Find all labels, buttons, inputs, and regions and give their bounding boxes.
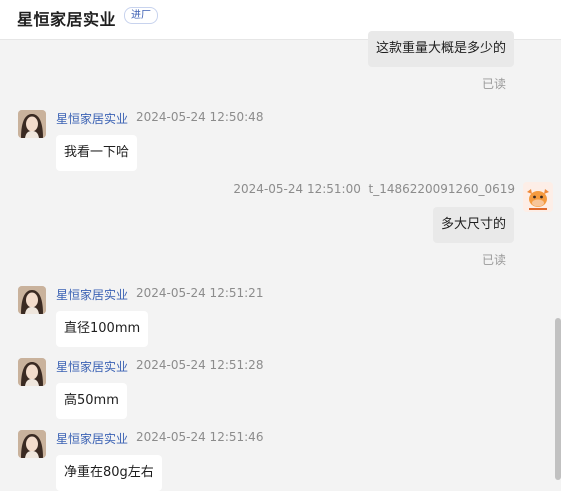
message-bubble-received[interactable]: 净重在80g左右	[56, 455, 162, 491]
shop-avatar[interactable]	[18, 286, 46, 314]
sender-name: 星恒家居实业	[56, 288, 129, 302]
cartoon-cow-icon	[523, 182, 553, 212]
sender-id: t_1486220091260_0619	[368, 182, 516, 196]
sender-name: 星恒家居实业	[56, 112, 129, 126]
shop-avatar[interactable]	[18, 110, 46, 138]
shop-badge[interactable]: 进厂	[124, 7, 158, 24]
read-status: 已读	[482, 77, 507, 91]
message-bubble-received[interactable]: 直径100mm	[56, 311, 149, 347]
message-time: 2024-05-24 12:51:00	[233, 182, 361, 196]
message-bubble-received[interactable]: 我看一下哈	[56, 135, 138, 171]
message-list[interactable]: 这款重量大概是多少的 已读 星恒家居实业 2024-05-24 12:50:48…	[0, 31, 561, 491]
message-bubble-received[interactable]: 高50mm	[56, 383, 127, 419]
message-bubble-sent[interactable]: 多大尺寸的	[432, 207, 514, 243]
user-avatar[interactable]	[523, 182, 553, 212]
message-time: 2024-05-24 12:50:48	[136, 110, 264, 124]
woman-portrait-icon	[18, 358, 46, 386]
scrollbar-thumb[interactable]	[555, 318, 561, 480]
sender-name: 星恒家居实业	[56, 360, 129, 374]
message-time: 2024-05-24 12:51:46	[136, 430, 264, 444]
shop-avatar[interactable]	[18, 430, 46, 458]
message-time: 2024-05-24 12:51:28	[136, 358, 264, 372]
sender-name: 星恒家居实业	[56, 432, 129, 446]
woman-portrait-icon	[18, 110, 46, 138]
message-time: 2024-05-24 12:51:21	[136, 286, 264, 300]
shop-avatar[interactable]	[18, 358, 46, 386]
message-bubble-sent[interactable]: 这款重量大概是多少的	[367, 31, 514, 67]
read-status: 已读	[482, 253, 507, 267]
woman-portrait-icon	[18, 430, 46, 458]
sent-message-meta: 2024-05-24 12:51:00 t_1486220091260_0619	[233, 182, 515, 196]
chat-title: 星恒家居实业	[17, 10, 117, 29]
woman-portrait-icon	[18, 286, 46, 314]
